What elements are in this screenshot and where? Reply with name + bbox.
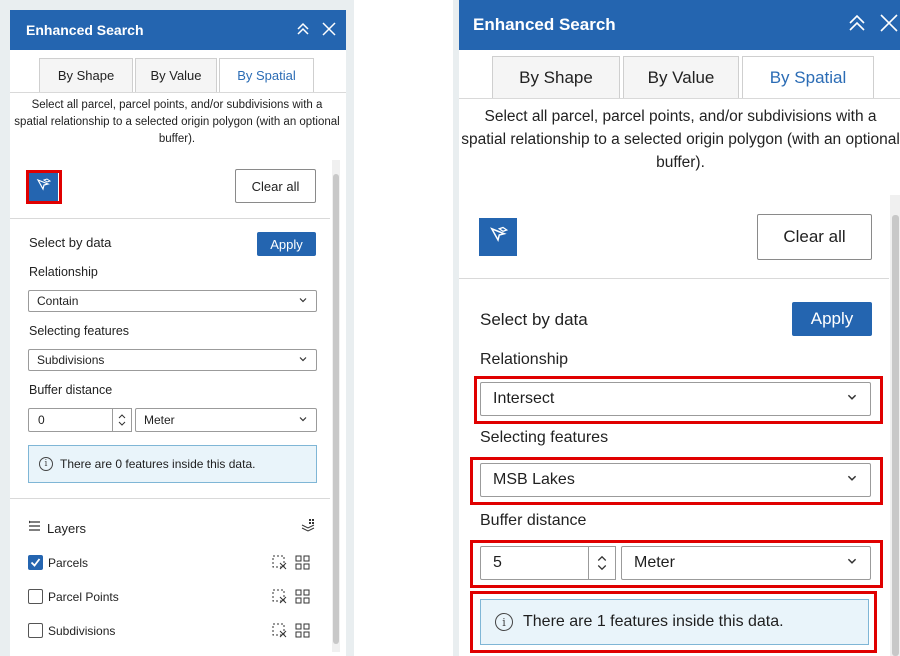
- clear-selection-icon[interactable]: [272, 623, 287, 643]
- layer-row-subdivisions: Subdivisions: [28, 622, 318, 640]
- chevrons-up-icon[interactable]: [848, 14, 866, 37]
- section-divider-2: [10, 498, 330, 499]
- selecting-features-label: Selecting features: [480, 429, 609, 446]
- layers-list-icon: [28, 519, 41, 537]
- description: Select all parcel, parcel points, and/or…: [461, 108, 900, 171]
- chevron-down-icon: [298, 353, 308, 367]
- info-icon: i: [39, 457, 53, 471]
- layers-title: Layers: [47, 520, 87, 536]
- scrollbar[interactable]: [890, 195, 900, 656]
- tab-divider: [10, 92, 346, 93]
- selecting-features-select[interactable]: Subdivisions: [28, 349, 317, 371]
- buffer-distance-label: Buffer distance: [480, 512, 587, 529]
- select-by-data-title: Select by data: [480, 310, 588, 329]
- chevron-down-icon: [846, 554, 858, 572]
- scrollbar[interactable]: [332, 160, 340, 652]
- info-notice: i There are 1 features inside this data.: [480, 599, 869, 645]
- buffer-unit-select[interactable]: Meter: [621, 546, 871, 580]
- relationship-label: Relationship: [29, 265, 98, 279]
- tab-by-value[interactable]: By Value: [135, 58, 217, 92]
- clear-selection-icon[interactable]: [272, 555, 287, 575]
- panel-header: Enhanced Search: [10, 10, 346, 50]
- tab-by-value[interactable]: By Value: [623, 56, 739, 98]
- layer-checkbox-parcel-points[interactable]: [28, 589, 43, 604]
- apply-button[interactable]: Apply: [792, 302, 872, 336]
- panel-header: Enhanced Search: [459, 0, 900, 50]
- tab-by-spatial[interactable]: By Spatial: [219, 58, 314, 92]
- grid-select-icon[interactable]: [295, 589, 310, 609]
- map-strip-left: [0, 0, 10, 656]
- map-strip-top: [10, 0, 346, 10]
- tab-bar: By Shape By Value By Spatial: [10, 58, 346, 92]
- selecting-features-select[interactable]: MSB Lakes: [480, 463, 871, 497]
- chevron-down-icon: [846, 471, 858, 489]
- map-strip-right: [346, 0, 354, 656]
- section-divider-1: [459, 278, 889, 279]
- selecting-features-label: Selecting features: [29, 324, 130, 338]
- buffer-unit-select[interactable]: Meter: [135, 408, 317, 432]
- chevron-down-icon: [846, 390, 858, 408]
- layer-row-parcel-points: Parcel Points: [28, 588, 318, 606]
- clear-all-button[interactable]: Clear all: [235, 169, 316, 203]
- tab-bar: By Shape By Value By Spatial: [459, 56, 900, 98]
- buffer-distance-input[interactable]: 5: [480, 546, 616, 580]
- select-tool-icon: [488, 225, 509, 250]
- scrollbar-thumb[interactable]: [892, 215, 899, 656]
- chevron-down-icon: [298, 413, 308, 427]
- buffer-stepper[interactable]: [112, 408, 132, 432]
- select-tool-icon: [35, 177, 52, 198]
- relationship-select[interactable]: Intersect: [480, 382, 871, 416]
- buffer-stepper[interactable]: [588, 546, 616, 580]
- layers-header: Layers: [28, 518, 318, 538]
- info-notice: i There are 0 features inside this data.: [28, 445, 317, 483]
- layer-name-parcel-points: Parcel Points: [48, 590, 119, 604]
- tab-by-spatial[interactable]: By Spatial: [742, 56, 874, 98]
- scrollbar-thumb[interactable]: [333, 174, 339, 644]
- tab-divider: [459, 98, 900, 99]
- grid-select-icon[interactable]: [295, 623, 310, 643]
- chevron-down-icon: [298, 294, 308, 308]
- close-icon[interactable]: [322, 21, 336, 39]
- layer-name-subdivisions: Subdivisions: [48, 624, 116, 638]
- enhanced-search-panel-left: Enhanced Search By Shape By Value By Spa…: [10, 10, 346, 656]
- grid-select-icon[interactable]: [295, 555, 310, 575]
- layer-row-parcels: Parcels: [28, 554, 318, 572]
- layer-name-parcels: Parcels: [48, 556, 89, 570]
- layers-stack-icon[interactable]: [300, 518, 316, 539]
- relationship-label: Relationship: [480, 351, 569, 368]
- tab-by-shape[interactable]: By Shape: [39, 58, 133, 92]
- enhanced-search-panel-right: Enhanced Search By Shape By Value By Spa…: [459, 0, 900, 656]
- clear-selection-icon[interactable]: [272, 589, 287, 609]
- close-icon[interactable]: [880, 13, 898, 37]
- panel-title: Enhanced Search: [473, 15, 616, 34]
- chevrons-up-icon[interactable]: [296, 22, 310, 39]
- buffer-distance-input[interactable]: 0: [28, 408, 132, 432]
- apply-button[interactable]: Apply: [257, 232, 316, 256]
- layer-checkbox-parcels[interactable]: [28, 555, 43, 570]
- layer-checkbox-subdivisions[interactable]: [28, 623, 43, 638]
- select-by-data-title: Select by data: [29, 235, 112, 250]
- tab-by-shape[interactable]: By Shape: [492, 56, 620, 98]
- section-divider-1: [10, 218, 330, 219]
- select-tool-button[interactable]: [28, 172, 58, 202]
- relationship-select[interactable]: Contain: [28, 290, 317, 312]
- info-icon: i: [495, 613, 513, 631]
- buffer-distance-label: Buffer distance: [29, 383, 113, 397]
- checkmark-icon: [30, 558, 41, 567]
- select-tool-button[interactable]: [479, 218, 517, 256]
- description: Select all parcel, parcel points, and/or…: [14, 99, 340, 145]
- panel-title: Enhanced Search: [26, 22, 144, 38]
- clear-all-button[interactable]: Clear all: [757, 214, 872, 260]
